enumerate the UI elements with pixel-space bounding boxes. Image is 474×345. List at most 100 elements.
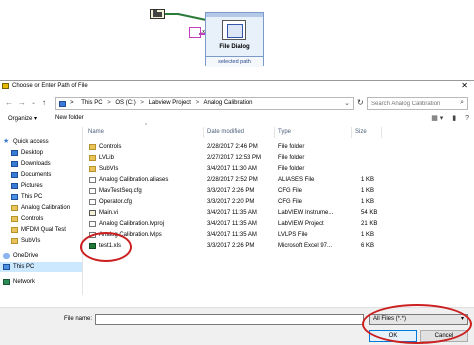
address-dropdown-icon[interactable]: ⌄ xyxy=(344,99,350,107)
nav-item-analog-calibration[interactable]: Analog Calibration xyxy=(0,203,82,213)
nav-item-this-pc-pinned[interactable]: This PC xyxy=(0,192,82,202)
network-icon xyxy=(3,279,10,285)
organize-button[interactable]: Organize ▾ xyxy=(8,115,37,122)
file-type: ALIASES File xyxy=(278,177,315,183)
nav-item-label: SubVIs xyxy=(21,238,41,244)
annotation-circle-filter xyxy=(362,304,472,344)
document-icon xyxy=(89,188,96,194)
cloud-icon xyxy=(3,253,10,259)
file-type: LabVIEW Project xyxy=(278,221,324,227)
file-row[interactable]: Main.vi 3/4/2017 11:35 AM LabVIEW Instru… xyxy=(85,208,471,218)
search-input[interactable] xyxy=(371,99,455,109)
nav-item-controls[interactable]: Controls xyxy=(0,214,82,224)
file-name: Main.vi xyxy=(99,210,119,216)
file-row[interactable]: Operator.cfg 3/3/2017 2:20 PM CFG File 1… xyxy=(85,197,471,207)
computer-icon xyxy=(3,264,10,270)
file-type: File folder xyxy=(278,155,305,161)
file-date: 2/28/2017 2:52 PM xyxy=(207,177,258,183)
file-size: 1 KB xyxy=(361,188,375,194)
file-name: SubVIs xyxy=(99,166,119,172)
folder-path-constant[interactable] xyxy=(150,9,165,19)
close-icon[interactable]: ✕ xyxy=(461,82,468,90)
labview-vi-icon xyxy=(89,210,96,216)
annotation-circle-test-file xyxy=(80,232,132,262)
recent-dropdown-icon[interactable]: ⌄ xyxy=(31,99,36,108)
breadcrumb-item[interactable]: OS (C:) xyxy=(115,100,135,106)
selected-path-terminal[interactable]: selected path xyxy=(206,56,263,67)
document-icon xyxy=(89,199,96,205)
breadcrumb-separator: > xyxy=(195,100,200,106)
nav-item-downloads[interactable]: Downloads xyxy=(0,159,82,169)
search-box[interactable]: ⌕ xyxy=(367,97,468,110)
file-date: 3/4/2017 11:35 AM xyxy=(207,210,257,216)
breadcrumb-item[interactable]: Labview Project xyxy=(149,100,191,106)
file-date: 3/3/2017 2:26 PM xyxy=(207,188,255,194)
folder-icon xyxy=(11,216,18,222)
file-row[interactable]: Analog Calibration.aliases 2/28/2017 2:5… xyxy=(85,175,471,185)
nav-item-desktop[interactable]: Desktop xyxy=(0,148,82,158)
column-header-name[interactable]: Name xyxy=(85,127,204,138)
nav-item-label: This PC xyxy=(13,264,35,270)
file-row[interactable]: test1.xls 3/3/2017 2:26 PM Microsoft Exc… xyxy=(85,241,471,251)
nav-item-label: Network xyxy=(13,279,36,285)
address-bar[interactable]: > This PC > OS (C:) > Labview Project > … xyxy=(55,97,354,110)
help-icon[interactable]: ? xyxy=(465,115,469,122)
file-type: CFG File xyxy=(278,199,302,205)
file-dialog-window: Choose or Enter Path of File ✕ ← → ⌄ ↑ >… xyxy=(0,80,474,345)
file-size: 1 KB xyxy=(361,199,375,205)
nav-item-this-pc[interactable]: This PC xyxy=(0,262,82,272)
filename-input[interactable] xyxy=(95,314,364,325)
nav-item-onedrive[interactable]: OneDrive xyxy=(0,251,82,261)
file-type: File folder xyxy=(278,144,305,150)
folder-icon xyxy=(11,227,18,233)
refresh-icon[interactable]: ↻ xyxy=(357,98,367,109)
file-type: CFG File xyxy=(278,188,302,194)
preview-pane-icon[interactable]: ▮ xyxy=(452,115,456,122)
column-header-date[interactable]: Date modified xyxy=(204,127,275,138)
column-header-size[interactable]: Size xyxy=(352,127,382,138)
view-options-icon[interactable]: ▦ ▾ xyxy=(431,115,443,122)
file-dialog-node[interactable]: File Dialog selected path xyxy=(205,12,264,67)
file-size: 21 KB xyxy=(361,221,378,227)
file-row[interactable]: Analog Calibration.lvlps 3/4/2017 11:35 … xyxy=(85,230,471,240)
star-icon: ★ xyxy=(3,138,10,145)
nav-item-pictures[interactable]: Pictures xyxy=(0,181,82,191)
nav-item-label: This PC xyxy=(21,194,43,200)
path-wire-diagonal xyxy=(177,13,208,22)
breadcrumb-item[interactable]: This PC xyxy=(81,100,102,106)
file-name: LVLib xyxy=(99,155,114,161)
nav-item-label: MFDM Qual Test xyxy=(21,227,66,233)
file-row[interactable]: LVLib 2/27/2017 12:53 PM File folder xyxy=(85,153,471,163)
forward-arrow-icon[interactable]: → xyxy=(18,98,26,107)
file-row[interactable]: Analog Calibration.lvproj 3/4/2017 11:35… xyxy=(85,219,471,229)
nav-item-documents[interactable]: Documents xyxy=(0,170,82,180)
file-row[interactable]: MavTestSeq.cfg 3/3/2017 2:26 PM CFG File… xyxy=(85,186,471,196)
downloads-icon xyxy=(11,161,18,167)
up-arrow-icon[interactable]: ↑ xyxy=(42,98,46,107)
back-arrow-icon[interactable]: ← xyxy=(5,98,13,107)
nav-item-label: Downloads xyxy=(21,161,51,167)
breadcrumb: > This PC > OS (C:) > Labview Project > … xyxy=(70,100,253,106)
nav-item-quick-access[interactable]: ★ Quick access xyxy=(0,137,82,147)
nav-item-network[interactable]: Network xyxy=(0,277,82,287)
file-row[interactable]: Controls 2/28/2017 2:46 PM File folder xyxy=(85,142,471,152)
file-row[interactable]: SubVIs 3/4/2017 11:30 AM File folder xyxy=(85,164,471,174)
breadcrumb-item[interactable]: Analog Calibration xyxy=(203,100,252,106)
file-date: 3/3/2017 2:26 PM xyxy=(207,243,255,249)
nav-item-label: Analog Calibration xyxy=(21,205,71,211)
node-top-bar xyxy=(206,13,263,17)
breadcrumb-separator: > xyxy=(70,100,74,106)
nav-item-mfdm-qual-test[interactable]: MFDM Qual Test xyxy=(0,225,82,235)
new-folder-button[interactable]: New folder xyxy=(55,115,84,121)
search-icon[interactable]: ⌕ xyxy=(460,99,464,107)
column-header-type[interactable]: Type xyxy=(275,127,352,138)
file-size: 1 KB xyxy=(361,177,375,183)
project-icon xyxy=(89,221,96,227)
address-row: ← → ⌄ ↑ > This PC > OS (C:) > Labview Pr… xyxy=(0,95,474,112)
file-size: 1 KB xyxy=(361,232,375,238)
file-dialog-icon xyxy=(222,20,246,40)
file-list: ^ Name Date modified Type Size Controls … xyxy=(85,123,471,295)
nav-item-subvis[interactable]: SubVIs xyxy=(0,236,82,246)
labview-app-icon xyxy=(2,83,9,89)
breadcrumb-separator: > xyxy=(107,100,111,106)
